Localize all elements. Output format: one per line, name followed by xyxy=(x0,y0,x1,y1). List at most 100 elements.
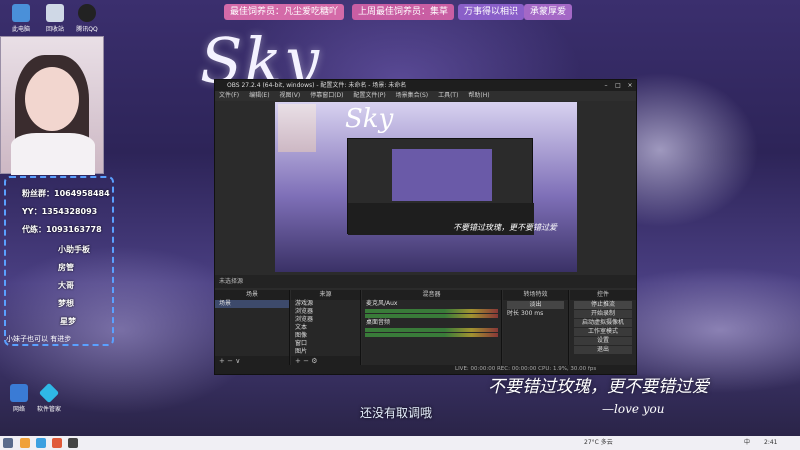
dream-line: 梦想 xyxy=(58,299,74,308)
software-manager-icon xyxy=(38,382,60,404)
desktop-volume-slider[interactable] xyxy=(365,333,498,337)
menu-profile[interactable]: 配置文件(P) xyxy=(353,92,385,99)
obs-titlebar[interactable]: OBS 27.2.4 (64-bit, windows) - 配置文件: 未命名… xyxy=(215,80,636,91)
desktop-icon-qq[interactable]: 腾讯QQ xyxy=(70,4,104,33)
menu-view[interactable]: 视图(V) xyxy=(279,92,300,99)
taskbar-app-icon[interactable] xyxy=(36,438,46,448)
stats-tag: 小妹子也可以 有进步 xyxy=(6,335,72,343)
maximize-icon[interactable]: □ xyxy=(612,80,624,91)
move-down-icon[interactable]: ∨ xyxy=(235,357,240,365)
ime-indicator[interactable]: 中 xyxy=(744,436,750,450)
mic-volume-slider[interactable] xyxy=(365,314,498,318)
no-source-label: 未选择源 xyxy=(219,278,244,285)
webcam-overlay xyxy=(0,36,104,175)
virtual-camera-button[interactable]: 启动虚拟摄像机 xyxy=(574,319,632,327)
duration-label: 时长 xyxy=(507,310,520,317)
settings-button[interactable]: 设置 xyxy=(574,337,632,345)
yy-line: YY：1354328093 xyxy=(22,207,98,216)
transition-select[interactable]: 淡出 xyxy=(507,301,564,309)
source-item[interactable]: 图像 xyxy=(291,332,360,340)
menu-file[interactable]: 文件(F) xyxy=(219,92,239,99)
banner-acquaintance: 万事得以相识 xyxy=(458,4,525,20)
desktop-icon-label: 此电脑 xyxy=(11,26,30,33)
clock-time[interactable]: 2:41 xyxy=(764,436,777,450)
start-icon[interactable] xyxy=(3,438,13,448)
room-admin-line: 房管 xyxy=(58,263,74,272)
sources-dock: 来源 游戏源 浏览器 浏览器 文本 图像 窗口 图片 + − ⚙ xyxy=(291,290,361,366)
banner-best-keeper: 最佳饲养员：凡尘爱吃糖吖 xyxy=(224,4,345,20)
obs-preview[interactable]: Sky 不要错过玫瑰，更不要错过爱 xyxy=(275,102,577,272)
mic-volume-meter xyxy=(365,309,498,313)
stop-streaming-button[interactable]: 停止推流 xyxy=(574,301,632,309)
source-item[interactable]: 游戏源 xyxy=(291,300,360,308)
audio-mixer-dock: 混音器 麦克风/Aux 桌面音频 xyxy=(362,290,502,366)
source-item[interactable]: 浏览器 xyxy=(291,308,360,316)
taskbar-app-icon[interactable] xyxy=(20,438,30,448)
star-dream-line: 星梦 xyxy=(60,317,76,326)
preview-nested-obs xyxy=(347,138,534,235)
qq-penguin-icon xyxy=(78,4,96,22)
source-item[interactable]: 浏览器 xyxy=(291,316,360,324)
live-subtitle: 还没有取调哦 xyxy=(360,406,433,420)
menu-scene-collection[interactable]: 场景集合(S) xyxy=(396,92,429,99)
exit-button[interactable]: 退出 xyxy=(574,346,632,354)
studio-mode-button[interactable]: 工作室模式 xyxy=(574,328,632,336)
remove-icon[interactable]: − xyxy=(227,357,233,365)
settings-icon[interactable]: ⚙ xyxy=(311,357,317,365)
preview-subtitle: 不要错过玫瑰，更不要错过爱 xyxy=(453,223,557,232)
remove-icon[interactable]: − xyxy=(303,357,309,365)
menu-docks[interactable]: 停靠窗口(D) xyxy=(310,92,343,99)
source-item[interactable]: 文本 xyxy=(291,324,360,332)
source-item[interactable]: 图片 xyxy=(291,348,360,356)
desktop-icon-label: 网络 xyxy=(12,406,25,413)
fan-group-line: 粉丝群：1064958484 xyxy=(22,189,110,198)
desktop-icon-this-pc[interactable]: 此电脑 xyxy=(4,4,38,33)
taskbar-obs-icon[interactable] xyxy=(68,438,78,448)
menu-help[interactable]: 帮助(H) xyxy=(468,92,489,99)
close-icon[interactable]: × xyxy=(624,80,636,91)
sources-header: 来源 xyxy=(291,290,360,300)
obs-menubar: 文件(F) 编辑(E) 视图(V) 停靠窗口(D) 配置文件(P) 场景集合(S… xyxy=(215,91,636,101)
assistant-line: 小助手板 xyxy=(58,245,90,254)
mixer-track-label: 麦克风/Aux xyxy=(366,300,398,307)
obs-window[interactable]: OBS 27.2.4 (64-bit, windows) - 配置文件: 未命名… xyxy=(214,79,637,375)
menu-tools[interactable]: 工具(T) xyxy=(438,92,458,99)
weather-text[interactable]: 27°C 多云 xyxy=(584,436,613,450)
stream-info-panel xyxy=(4,176,114,346)
scene-item[interactable]: 场景 xyxy=(215,300,289,308)
scenes-dock: 场景 场景 + − ∨ xyxy=(215,290,290,366)
banner-last-week-keeper: 上周最佳饲养员：集草 xyxy=(352,4,455,20)
minimize-icon[interactable]: – xyxy=(600,80,612,91)
transitions-dock: 转场特效 淡出 时长 300 ms xyxy=(503,290,569,366)
big-brother-line: 大哥 xyxy=(58,281,74,290)
menu-edit[interactable]: 编辑(E) xyxy=(249,92,269,99)
calligraphy-signature: —love you xyxy=(602,402,665,416)
source-item[interactable]: 窗口 xyxy=(291,340,360,348)
desktop-icon-label: 软件管家 xyxy=(36,406,61,413)
add-icon[interactable]: + xyxy=(219,357,225,365)
computer-icon xyxy=(12,4,30,22)
banner-thanks: 承蒙厚爱 xyxy=(524,4,573,20)
recycle-bin-icon xyxy=(46,4,64,22)
mixer-track-label: 桌面音频 xyxy=(366,319,391,326)
desktop-icon-label: 腾讯QQ xyxy=(76,26,98,33)
preview-title: Sky xyxy=(345,104,394,134)
preview-webcam xyxy=(278,104,316,152)
desktop-icon-label: 回收站 xyxy=(45,26,64,33)
source-toolbar: 未选择源 xyxy=(215,275,636,288)
start-recording-button[interactable]: 开始录制 xyxy=(574,310,632,318)
duration-input[interactable]: 300 ms xyxy=(521,310,543,317)
transition-duration: 时长 300 ms xyxy=(503,310,568,318)
add-icon[interactable]: + xyxy=(295,357,301,365)
mixer-header: 混音器 xyxy=(362,290,501,300)
desktop-volume-meter xyxy=(365,328,498,332)
taskbar: 27°C 多云 中 2:41 xyxy=(0,436,800,450)
desktop-icon-recycle-bin[interactable]: 回收站 xyxy=(38,4,72,33)
booster-line: 代练：1093163778 xyxy=(22,225,102,234)
desktop-icon-software-manager[interactable]: 软件管家 xyxy=(32,382,66,413)
calligraphy-text: 不要错过玫瑰，更不要错过爱 xyxy=(488,377,709,397)
desktop-icon-network[interactable]: 网络 xyxy=(2,384,36,413)
obs-window-title: OBS 27.2.4 (64-bit, windows) - 配置文件: 未命名… xyxy=(227,82,407,89)
controls-dock: 控件 停止推流 开始录制 启动虚拟摄像机 工作室模式 设置 退出 xyxy=(570,290,636,366)
taskbar-app-icon[interactable] xyxy=(52,438,62,448)
